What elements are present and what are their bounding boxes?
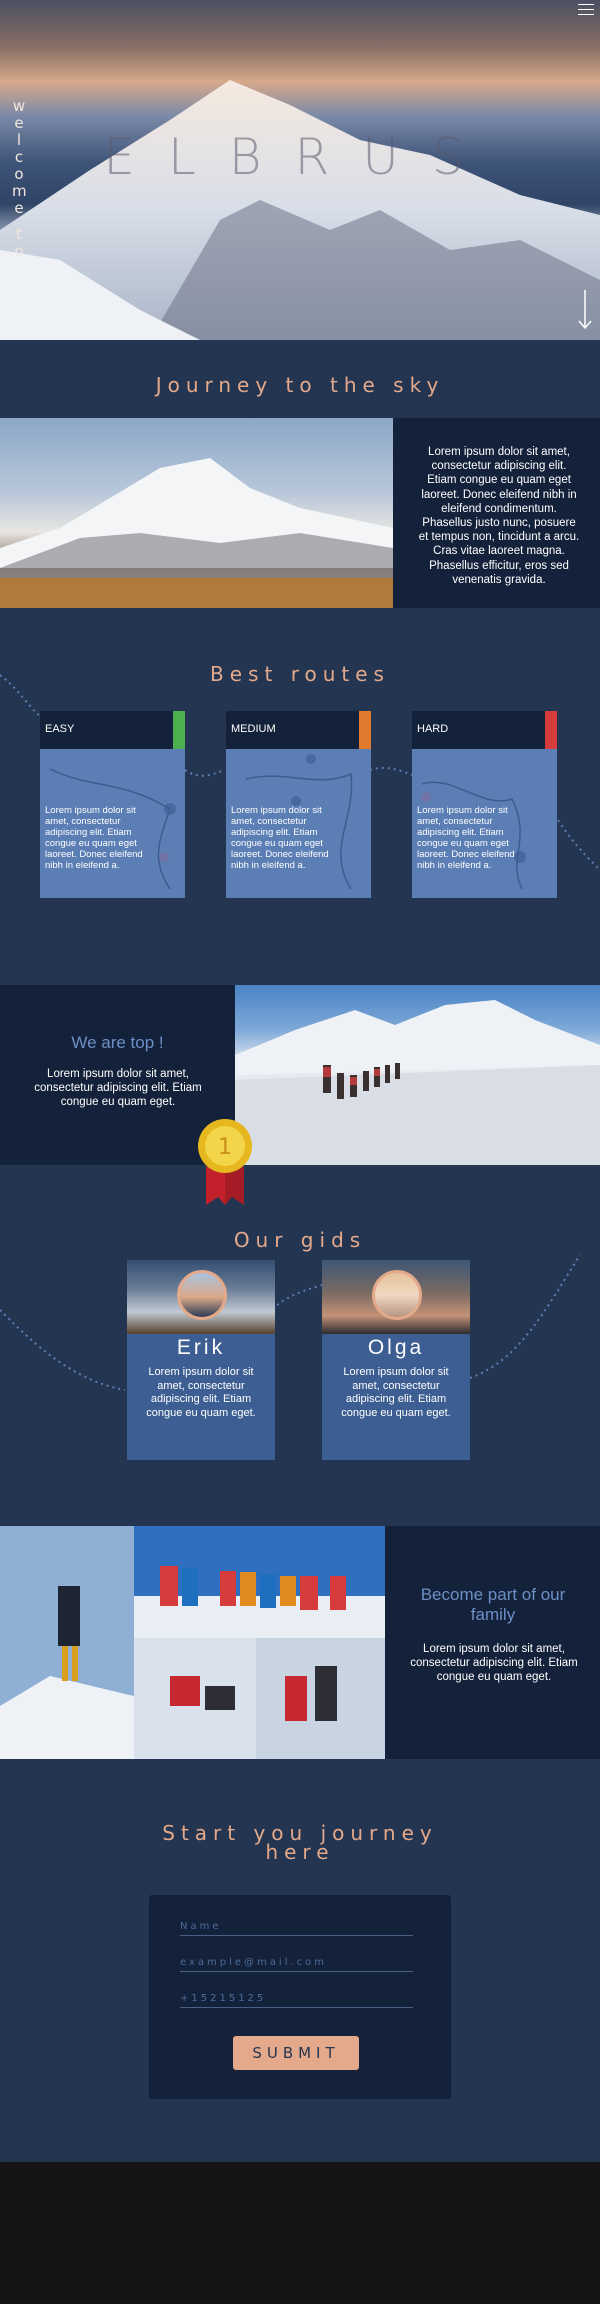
- climbers-image: [235, 985, 600, 1165]
- hero-mountain-image: [0, 80, 600, 340]
- email-field[interactable]: [180, 1954, 413, 1972]
- route-card-header: HARD: [412, 711, 557, 749]
- form-title: Start you journey here: [0, 1823, 600, 1864]
- submit-button[interactable]: SUBMIT: [233, 2036, 359, 2070]
- vertical-welcome-char: o: [14, 242, 24, 260]
- avatar: [372, 1270, 422, 1320]
- route-card-easy[interactable]: EASY Lorem ipsum dolor sit amet, consect…: [40, 711, 185, 898]
- medal-number: 1: [218, 1135, 232, 1160]
- route-description: Lorem ipsum dolor sit amet, consectetur …: [45, 805, 143, 871]
- footer: [0, 2162, 600, 2304]
- guide-description: Lorem ipsum dolor sit amet, consectetur …: [146, 1366, 256, 1419]
- route-card-hard[interactable]: HARD Lorem ipsum dolor sit amet, consect…: [412, 711, 557, 898]
- vertical-welcome-char: t: [16, 225, 22, 243]
- name-field[interactable]: [180, 1918, 413, 1936]
- route-card-medium[interactable]: MEDIUM Lorem ipsum dolor sit amet, conse…: [226, 711, 371, 898]
- top-title: We are top !: [71, 1033, 164, 1052]
- difficulty-flag: [173, 711, 185, 749]
- top-text: Lorem ipsum dolor sit amet, consectetur …: [34, 1068, 202, 1108]
- route-label: MEDIUM: [231, 723, 276, 735]
- journey-title: Journey to the sky: [155, 373, 445, 397]
- vertical-welcome-char: w: [12, 97, 26, 115]
- vertical-welcome-char: e: [14, 199, 24, 217]
- dotted-path-decoration: [0, 1254, 581, 1391]
- medal-icon: 1: [198, 1119, 252, 1205]
- journey-text: Lorem ipsum dolor sit amet, consectetur …: [418, 446, 580, 586]
- guides-title: Our gids: [233, 1228, 367, 1252]
- route-card-header: MEDIUM: [226, 711, 371, 749]
- guide-card-erik[interactable]: Erik Lorem ipsum dolor sit amet, consect…: [127, 1260, 275, 1460]
- route-description: Lorem ipsum dolor sit amet, consectetur …: [231, 805, 329, 871]
- difficulty-flag: [545, 711, 557, 749]
- guide-card-olga[interactable]: Olga Lorem ipsum dolor sit amet, consect…: [322, 1260, 470, 1460]
- phone-field[interactable]: [180, 1990, 413, 2008]
- journey-mountain-image: [0, 418, 393, 608]
- route-map: Lorem ipsum dolor sit amet, consectetur …: [412, 749, 557, 898]
- hamburger-icon[interactable]: [578, 4, 594, 18]
- guide-description: Lorem ipsum dolor sit amet, consectetur …: [341, 1366, 451, 1419]
- family-text: Lorem ipsum dolor sit amet, consectetur …: [410, 1643, 578, 1683]
- route-map: Lorem ipsum dolor sit amet, consectetur …: [40, 749, 185, 898]
- guide-background-image: [127, 1260, 275, 1334]
- guide-background-image: [322, 1260, 470, 1334]
- route-label: EASY: [45, 723, 75, 735]
- avatar: [177, 1270, 227, 1320]
- route-map: Lorem ipsum dolor sit amet, consectetur …: [226, 749, 371, 898]
- hero-section: welcome to ELBRUS: [0, 0, 600, 340]
- hero-title: ELBRUS: [103, 128, 497, 186]
- route-description: Lorem ipsum dolor sit amet, consectetur …: [417, 805, 515, 871]
- difficulty-flag: [359, 711, 371, 749]
- route-label: HARD: [417, 723, 449, 735]
- guide-name: Erik: [176, 1336, 226, 1359]
- route-card-header: EASY: [40, 711, 185, 749]
- routes-title: Best routes: [210, 662, 390, 686]
- family-title: Become part of our family: [420, 1585, 566, 1624]
- arrow-down-icon[interactable]: [578, 290, 592, 330]
- form-title-line2: here: [265, 1840, 335, 1864]
- family-photo-collage: [0, 1526, 385, 1759]
- guide-name: Olga: [367, 1336, 425, 1359]
